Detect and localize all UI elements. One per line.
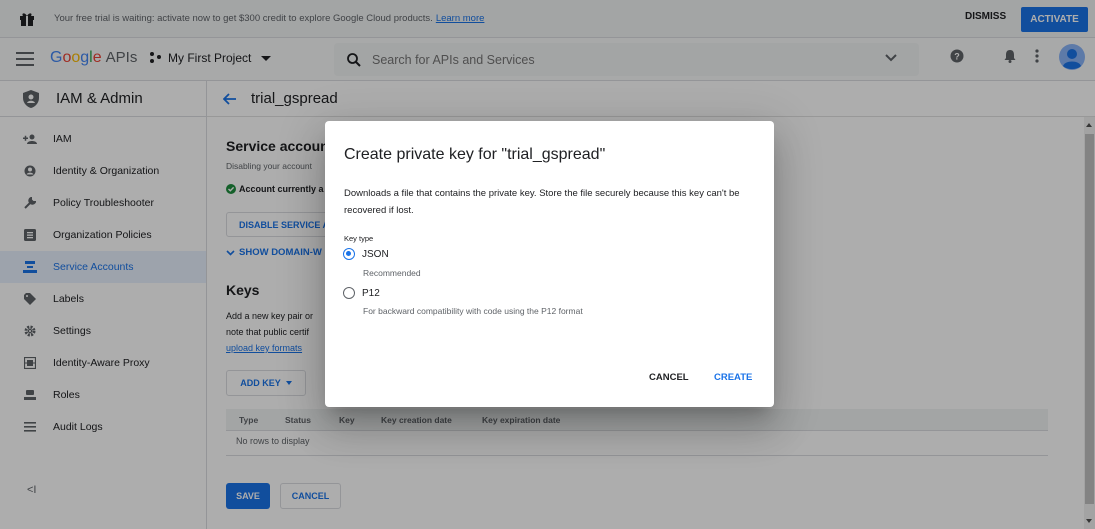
dialog-create-button[interactable]: CREATE (714, 372, 752, 383)
p12-option-hint: For backward compatibility with code usi… (363, 306, 583, 316)
create-private-key-dialog: Create private key for "trial_gspread" D… (325, 121, 774, 407)
key-type-json-option[interactable]: JSON (343, 248, 389, 260)
key-type-label: Key type (344, 234, 374, 243)
key-type-p12-option[interactable]: P12 (343, 287, 380, 299)
dialog-title: Create private key for "trial_gspread" (344, 146, 606, 163)
radio-unselected[interactable] (343, 287, 355, 299)
json-option-label: JSON (362, 248, 389, 260)
dialog-description: Downloads a file that contains the priva… (344, 188, 740, 216)
radio-selected[interactable] (343, 248, 355, 260)
dialog-cancel-button[interactable]: CANCEL (649, 372, 689, 383)
json-option-hint: Recommended (363, 268, 421, 278)
p12-option-label: P12 (362, 287, 380, 299)
